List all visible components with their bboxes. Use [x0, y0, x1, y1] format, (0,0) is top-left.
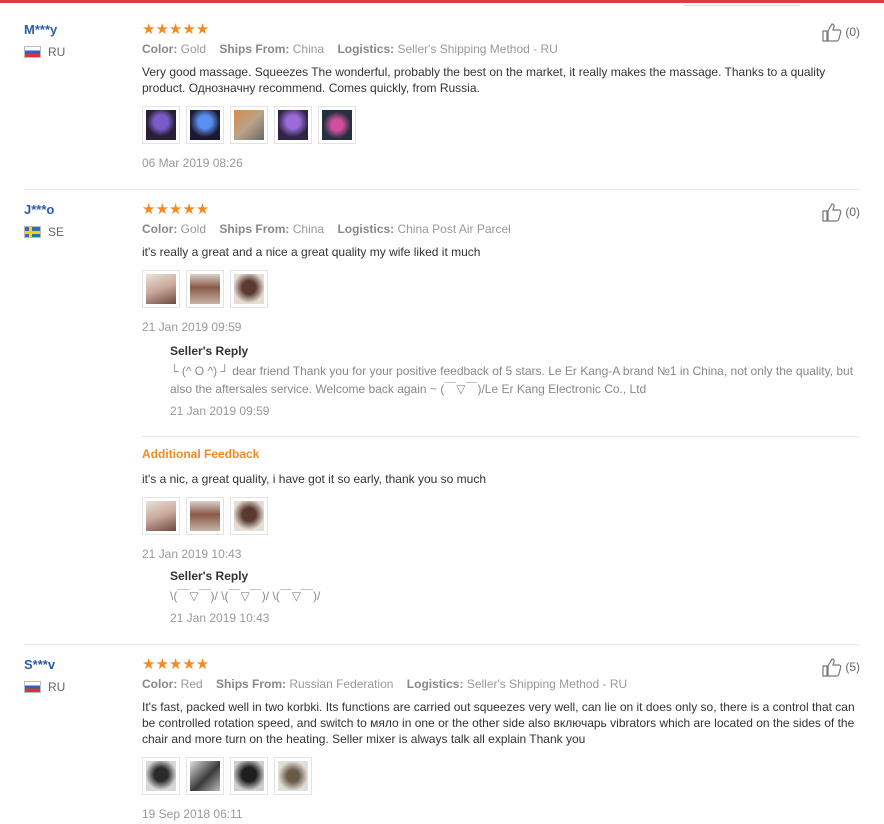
additional-feedback-label: Additional Feedback — [142, 447, 260, 461]
russia-flag-icon — [24, 46, 41, 58]
thumbs-up-icon — [822, 203, 842, 222]
thumbs-up-icon — [822, 23, 842, 42]
reviewer-country: RU — [24, 680, 65, 694]
order-info: Color: Gold Ships From: China Logistics:… — [142, 42, 862, 56]
color-value: Gold — [180, 42, 207, 56]
review-photo-thumbnail[interactable] — [186, 106, 224, 144]
color-value: Gold — [180, 222, 207, 236]
review-photo-thumbnail[interactable] — [230, 757, 268, 795]
logistics-value: Seller's Shipping Method - RU — [397, 42, 558, 56]
ships-from-value: China — [292, 42, 325, 56]
additional-feedback-date: 21 Jan 2019 10:43 — [142, 547, 242, 561]
star-rating: ★★★★★ — [142, 201, 210, 218]
review-photo-thumbnail[interactable] — [142, 757, 180, 795]
review-content: ★★★★★ Color: Gold Ships From: China Logi… — [142, 202, 862, 418]
seller-reply: Seller's Reply └ (^ O ^) ┘ dear friend T… — [170, 344, 862, 418]
ships-from-label: Ships From: — [219, 222, 290, 236]
color-label: Color: — [142, 677, 178, 691]
ships-from-label: Ships From: — [219, 42, 290, 56]
additional-divider — [142, 436, 860, 437]
additional-content: Additional Feedback it's a nic, a great … — [142, 447, 862, 625]
logistics-value: China Post Air Parcel — [397, 222, 511, 236]
color-label: Color: — [142, 222, 178, 236]
order-info: Color: Gold Ships From: China Logistics:… — [142, 222, 862, 236]
additional-photos — [142, 497, 862, 535]
reviewer-info: S***v RU — [24, 657, 65, 694]
country-code: SE — [48, 225, 65, 239]
logistics-label: Logistics: — [337, 222, 395, 236]
seller-reply-text: \(￣▽￣)/ \(￣▽￣)/ \(￣▽￣)/ — [170, 589, 321, 603]
helpful-button[interactable]: (5) — [821, 657, 860, 677]
country-code: RU — [48, 45, 66, 59]
seller-reply: Seller's Reply \(￣▽￣)/ \(￣▽￣)/ \(￣▽￣)/ 2… — [170, 569, 862, 625]
seller-reply-date: 21 Jan 2019 10:43 — [170, 611, 270, 625]
top-divider — [684, 5, 800, 6]
top-accent-bar — [0, 0, 884, 3]
review-photo-thumbnail[interactable] — [230, 497, 268, 535]
review-photo-thumbnail[interactable] — [230, 270, 268, 308]
review-photo-thumbnail[interactable] — [230, 106, 268, 144]
review-photo-thumbnail[interactable] — [142, 106, 180, 144]
color-value: Red — [180, 677, 203, 691]
review-photo-thumbnail[interactable] — [142, 497, 180, 535]
star-rating: ★★★★★ — [142, 21, 210, 38]
russia-flag-icon — [24, 681, 41, 693]
logistics-label: Logistics: — [406, 677, 464, 691]
country-code: RU — [48, 680, 66, 694]
review-text: It's fast, packed well in two korbki. It… — [142, 700, 855, 746]
helpful-count: (0) — [845, 205, 860, 219]
logistics-label: Logistics: — [337, 42, 395, 56]
review-content: ★★★★★ Color: Red Ships From: Russian Fed… — [142, 657, 862, 821]
ships-from-value: China — [292, 222, 325, 236]
review-content: ★★★★★ Color: Gold Ships From: China Logi… — [142, 22, 862, 170]
ships-from-label: Ships From: — [216, 677, 287, 691]
review-photo-thumbnail[interactable] — [186, 497, 224, 535]
review-text: it's really a great and a nice a great q… — [142, 245, 481, 259]
review-divider — [24, 189, 860, 190]
review-date: 06 Mar 2019 08:26 — [142, 156, 243, 170]
review-photos — [142, 270, 862, 308]
helpful-button[interactable]: (0) — [821, 22, 860, 42]
reviewer-name[interactable]: J***o — [24, 202, 64, 217]
seller-reply-text: └ (^ O ^) ┘ dear friend Thank you for yo… — [170, 364, 854, 396]
helpful-count: (5) — [845, 660, 860, 674]
additional-feedback-text: it's a nic, a great quality, i have got … — [142, 472, 487, 486]
review-photo-thumbnail[interactable] — [186, 270, 224, 308]
seller-reply-title: Seller's Reply — [170, 569, 249, 583]
seller-reply-title: Seller's Reply — [170, 344, 249, 358]
review-photo-thumbnail[interactable] — [186, 757, 224, 795]
review-photo-thumbnail[interactable] — [142, 270, 180, 308]
review-photo-thumbnail[interactable] — [274, 757, 312, 795]
helpful-button[interactable]: (0) — [821, 202, 860, 222]
logistics-value: Seller's Shipping Method - RU — [466, 677, 628, 691]
reviewer-info: M***y RU — [24, 22, 65, 59]
review-photos — [142, 106, 862, 144]
star-rating: ★★★★★ — [142, 656, 210, 673]
reviewer-name[interactable]: M***y — [24, 22, 65, 37]
review-date: 19 Sep 2018 06:11 — [142, 807, 243, 821]
helpful-count: (0) — [845, 25, 860, 39]
reviewer-name[interactable]: S***v — [24, 657, 65, 672]
sweden-flag-icon — [24, 226, 41, 238]
order-info: Color: Red Ships From: Russian Federatio… — [142, 677, 862, 691]
review-text: Very good massage. Squeezes The wonderfu… — [142, 65, 826, 95]
ships-from-value: Russian Federation — [289, 677, 394, 691]
review-photos — [142, 757, 862, 795]
reviewer-country: RU — [24, 45, 65, 59]
seller-reply-date: 21 Jan 2019 09:59 — [170, 404, 270, 418]
review-date: 21 Jan 2019 09:59 — [142, 320, 242, 334]
color-label: Color: — [142, 42, 178, 56]
reviewer-country: SE — [24, 225, 64, 239]
review-divider — [24, 644, 860, 645]
reviewer-info: J***o SE — [24, 202, 64, 239]
thumbs-up-icon — [822, 658, 842, 677]
review-photo-thumbnail[interactable] — [274, 106, 312, 144]
review-photo-thumbnail[interactable] — [318, 106, 356, 144]
